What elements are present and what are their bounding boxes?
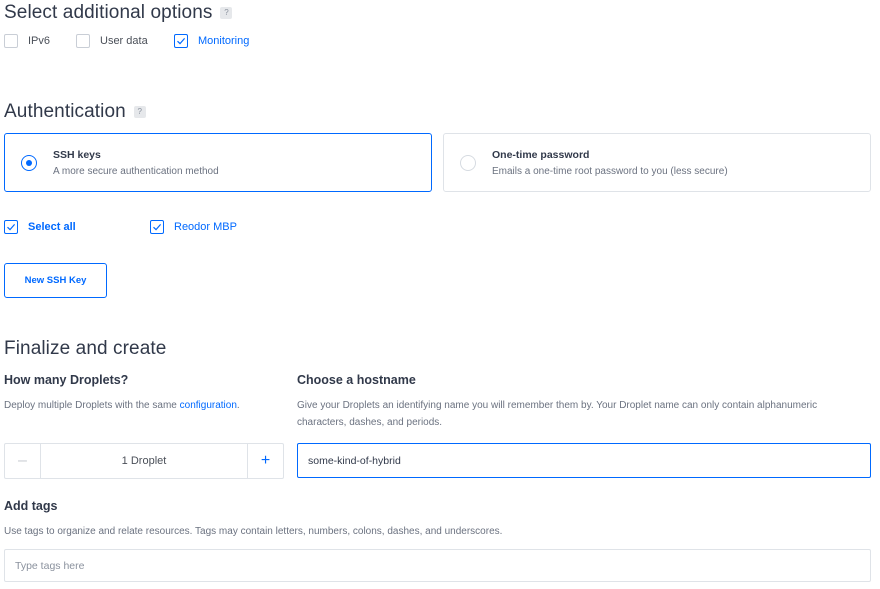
additional-options-help-icon[interactable]: ?: [220, 7, 233, 19]
additional-options-title-text: Select additional options: [4, 2, 213, 23]
reodor-mbp-label: Reodor MBP: [174, 221, 237, 233]
hostname-input[interactable]: [297, 443, 871, 478]
option-monitoring[interactable]: Monitoring: [174, 34, 249, 48]
monitoring-checkbox[interactable]: [174, 34, 188, 48]
one-time-password-radio[interactable]: [460, 154, 476, 171]
tags-input[interactable]: [4, 549, 871, 582]
ssh-keys-desc: A more secure authentication method: [53, 165, 219, 177]
user-data-checkbox[interactable]: [76, 34, 90, 48]
checkmark-icon: [153, 224, 162, 231]
droplets-desc-suffix: .: [236, 400, 240, 411]
additional-options-title: Select additional options ?: [4, 2, 233, 24]
hostname-desc: Give your Droplets an identifying name y…: [297, 400, 818, 428]
authentication-title: Authentication ?: [4, 101, 146, 123]
auth-one-time-password-card[interactable]: One-time password Emails a one-time root…: [443, 133, 871, 192]
select-all-label: Select all: [28, 221, 76, 233]
authentication-title-text: Authentication: [4, 101, 126, 122]
option-ipv6[interactable]: IPv6: [4, 34, 50, 48]
user-data-label: User data: [100, 35, 148, 47]
decrement-button[interactable]: –: [5, 444, 41, 478]
auth-ssh-keys-card[interactable]: SSH keys A more secure authentication me…: [4, 133, 432, 192]
monitoring-label: Monitoring: [198, 35, 250, 47]
increment-button[interactable]: +: [247, 444, 283, 478]
droplet-quantity-value: 1 Droplet: [121, 455, 167, 467]
one-time-password-title: One-time password: [492, 148, 590, 161]
droplet-quantity-stepper[interactable]: – 1 Droplet +: [4, 443, 284, 479]
droplets-count-heading: How many Droplets?: [4, 373, 129, 387]
droplets-desc-prefix: Deploy multiple Droplets with the same: [4, 400, 180, 411]
finalize-title: Finalize and create: [4, 338, 166, 360]
ssh-key-reodor-mbp[interactable]: Reodor MBP: [150, 220, 237, 234]
new-ssh-key-button[interactable]: New SSH Key: [4, 263, 107, 298]
hostname-heading: Choose a hostname: [297, 373, 416, 387]
authentication-help-icon[interactable]: ?: [133, 106, 146, 118]
option-user-data[interactable]: User data: [76, 34, 148, 48]
checkmark-icon: [7, 224, 16, 231]
ssh-keys-radio[interactable]: [21, 154, 37, 171]
ipv6-checkbox[interactable]: [4, 34, 18, 48]
checkmark-icon: [177, 38, 186, 45]
ssh-keys-title: SSH keys: [53, 148, 101, 161]
tags-heading: Add tags: [4, 499, 58, 513]
select-all-checkbox[interactable]: [4, 220, 18, 234]
one-time-password-desc: Emails a one-time root password to you (…: [492, 165, 728, 177]
finalize-title-text: Finalize and create: [4, 338, 167, 359]
reodor-mbp-checkbox[interactable]: [150, 220, 164, 234]
tags-desc: Use tags to organize and relate resource…: [4, 526, 503, 537]
select-all-keys[interactable]: Select all: [4, 220, 76, 234]
droplets-count-desc: Deploy multiple Droplets with the same c…: [4, 397, 240, 414]
configuration-link[interactable]: configuration: [180, 400, 237, 411]
ipv6-label: IPv6: [28, 35, 51, 47]
